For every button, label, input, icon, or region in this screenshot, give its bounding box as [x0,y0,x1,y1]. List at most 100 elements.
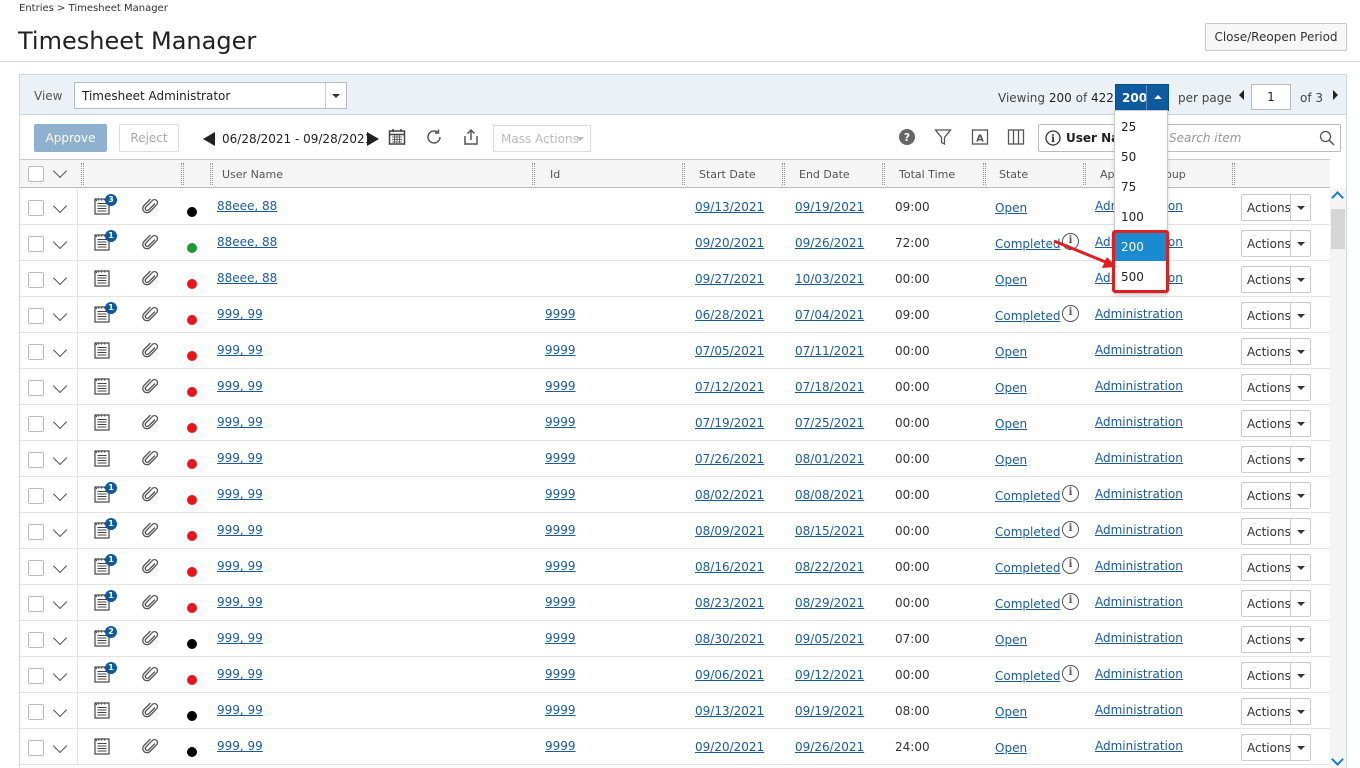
row-checkbox[interactable] [28,596,44,612]
reject-button[interactable]: Reject [119,124,179,152]
column-header-id[interactable]: Id [550,168,560,181]
user-name-link[interactable]: 999, 99 [217,415,263,429]
approval-group-link[interactable]: Administration [1095,343,1183,357]
end-date-link[interactable]: 09/19/2021 [795,704,864,718]
chevron-down-icon[interactable] [52,630,68,646]
table-row[interactable]: 999, 99 9999 07/05/2021 07/11/2021 00:00 Open… [20,333,1330,369]
row-checkbox[interactable] [28,488,44,504]
info-icon[interactable]: i [1062,485,1079,502]
actions-dropdown[interactable]: Actions [1241,230,1311,257]
user-name-link[interactable]: 999, 99 [217,595,263,609]
view-select[interactable]: Timesheet Administrator [74,82,347,109]
info-icon[interactable]: i [1062,665,1079,682]
chevron-down-icon[interactable] [52,234,68,250]
start-date-link[interactable]: 07/12/2021 [695,380,764,394]
id-link[interactable]: 9999 [545,451,576,465]
select-all-checkbox[interactable] [28,166,44,182]
end-date-link[interactable]: 07/25/2021 [795,416,864,430]
user-name-link[interactable]: 88eee, 88 [217,235,277,249]
approval-group-link[interactable]: Administration [1095,739,1183,753]
approval-group-link[interactable]: Administration [1095,451,1183,465]
row-checkbox[interactable] [28,380,44,396]
start-date-link[interactable]: 07/19/2021 [695,416,764,430]
columns-icon[interactable] [1006,128,1026,148]
actions-dropdown[interactable]: Actions [1241,590,1311,617]
paperclip-icon[interactable] [142,306,160,324]
next-page-icon[interactable] [1330,88,1342,102]
row-checkbox[interactable] [28,560,44,576]
end-date-link[interactable]: 07/11/2021 [795,344,864,358]
start-date-link[interactable]: 09/13/2021 [695,200,764,214]
chevron-down-icon[interactable] [52,738,68,754]
state-link[interactable]: Open [995,417,1027,431]
paperclip-icon[interactable] [142,486,160,504]
id-link[interactable]: 9999 [545,739,576,753]
table-row[interactable]: 1 999, 99 9999 08/16/2021 08/22/2021 00:00 Com… [20,549,1330,585]
approve-button[interactable]: Approve [34,124,107,152]
column-resize-handle[interactable] [1083,163,1086,185]
end-date-link[interactable]: 07/04/2021 [795,308,864,322]
chevron-down-icon[interactable] [52,450,68,466]
state-link[interactable]: Open [995,201,1027,215]
search-input[interactable]: i User Name Search item [1038,124,1341,152]
end-date-link[interactable]: 09/26/2021 [795,740,864,754]
table-row[interactable]: 1 999, 99 9999 09/06/2021 09/12/2021 00:00 Com… [20,657,1330,693]
user-name-link[interactable]: 999, 99 [217,487,263,501]
column-resize-handle[interactable] [682,163,685,185]
state-link[interactable]: Completed [995,489,1060,503]
user-name-link[interactable]: 88eee, 88 [217,199,277,213]
end-date-link[interactable]: 09/19/2021 [795,200,864,214]
state-link[interactable]: Completed [995,561,1060,575]
user-name-link[interactable]: 999, 99 [217,703,263,717]
state-link[interactable]: Open [995,381,1027,395]
start-date-link[interactable]: 09/13/2021 [695,704,764,718]
previous-page-icon[interactable] [1236,88,1248,102]
actions-dropdown[interactable]: Actions [1241,194,1311,221]
start-date-link[interactable]: 08/30/2021 [695,632,764,646]
table-row[interactable]: 999, 99 9999 09/20/2021 09/26/2021 24:00 Open… [20,729,1330,765]
end-date-link[interactable]: 08/01/2021 [795,452,864,466]
state-link[interactable]: Open [995,345,1027,359]
id-link[interactable]: 9999 [545,523,576,537]
table-row[interactable]: 999, 99 9999 07/19/2021 07/25/2021 00:00 Open… [20,405,1330,441]
row-checkbox[interactable] [28,704,44,720]
table-row[interactable]: 999, 99 9999 09/13/2021 09/19/2021 08:00 Open… [20,693,1330,729]
column-header-state[interactable]: State [999,168,1028,181]
column-header-total-time[interactable]: Total Time [899,168,955,181]
start-date-link[interactable]: 08/02/2021 [695,488,764,502]
column-resize-handle[interactable] [882,163,885,185]
row-checkbox[interactable] [28,308,44,324]
approval-group-link[interactable]: Administration [1095,307,1183,321]
state-link[interactable]: Open [995,705,1027,719]
row-checkbox[interactable] [28,524,44,540]
id-link[interactable]: 9999 [545,595,576,609]
end-date-link[interactable]: 10/03/2021 [795,272,864,286]
chevron-down-icon[interactable] [52,702,68,718]
info-icon[interactable]: i [1062,521,1079,538]
scroll-down-icon[interactable] [1331,753,1344,766]
start-date-link[interactable]: 07/26/2021 [695,452,764,466]
paperclip-icon[interactable] [142,558,160,576]
row-checkbox[interactable] [28,632,44,648]
approval-group-link[interactable]: Administration [1095,487,1183,501]
end-date-link[interactable]: 08/22/2021 [795,560,864,574]
end-date-link[interactable]: 07/18/2021 [795,380,864,394]
user-name-link[interactable]: 999, 99 [217,739,263,753]
document-icon[interactable] [94,270,110,287]
table-row[interactable]: 1 999, 99 9999 08/09/2021 08/15/2021 00:00 Com… [20,513,1330,549]
id-link[interactable]: 9999 [545,379,576,393]
user-name-link[interactable]: 999, 99 [217,451,263,465]
user-name-link[interactable]: 999, 99 [217,667,263,681]
actions-dropdown[interactable]: Actions [1241,518,1311,545]
state-link[interactable]: Open [995,633,1027,647]
column-header-start-date[interactable]: Start Date [699,168,756,181]
approval-group-link[interactable]: Administration [1095,703,1183,717]
per-page-option-100[interactable]: 100 [1115,201,1167,231]
per-page-option-25[interactable]: 25 [1115,111,1167,141]
chevron-down-icon[interactable] [52,306,68,322]
paperclip-icon[interactable] [142,630,160,648]
row-checkbox[interactable] [28,344,44,360]
approval-group-link[interactable]: Administration [1095,667,1183,681]
paperclip-icon[interactable] [142,342,160,360]
id-link[interactable]: 9999 [545,343,576,357]
